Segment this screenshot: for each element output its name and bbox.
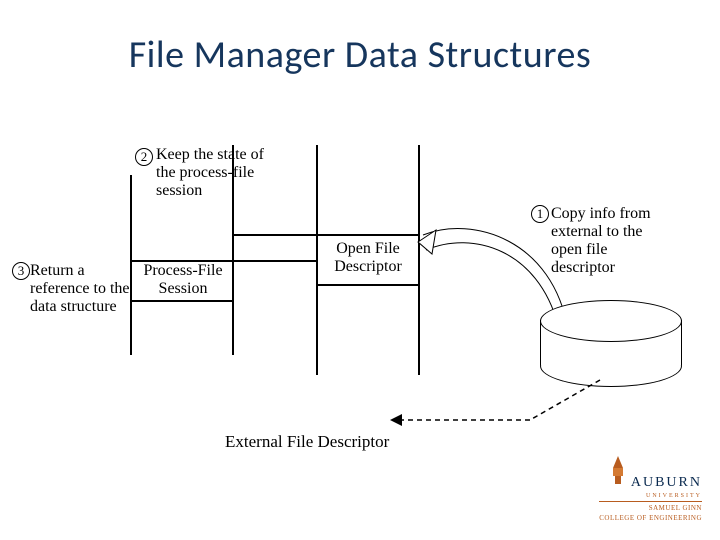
pfs-slot-bottom [130,300,232,302]
pfs-right-bar [232,145,234,355]
slide-title: File Manager Data Structures [0,32,720,78]
open-file-descriptor-label: Open File Descriptor [320,240,416,276]
step-3-badge: 3 [12,262,30,280]
ofd-slot-top [316,234,418,236]
logo-name: AUBURN [631,475,702,491]
process-file-session-label: Process-File Session [134,262,232,298]
pfs-left-bar [130,175,132,355]
step-3-text: Return a reference to the data structure [30,262,130,316]
ofd-slot-bottom [316,284,418,286]
step-2-badge: 2 [135,148,153,166]
logo-sub3: COLLEGE OF ENGINEERING [599,514,702,522]
ofd-left-bar [316,145,318,375]
cylinder-top [540,300,682,342]
external-file-descriptor-label: External File Descriptor [225,433,389,451]
connector-left-bottom [232,260,316,262]
slide-root: File Manager Data Structures 2 Keep the … [0,0,720,540]
connector-left-top [232,234,316,236]
external-connector-icon [390,370,620,460]
auburn-logo: AUBURN UNIVERSITY SAMUEL GINN COLLEGE OF… [599,456,702,522]
logo-sub1: UNIVERSITY [599,493,702,499]
step-2-text: Keep the state of the process-file sessi… [156,146,266,200]
logo-sub2: SAMUEL GINN [599,504,702,512]
tower-icon [609,456,627,491]
